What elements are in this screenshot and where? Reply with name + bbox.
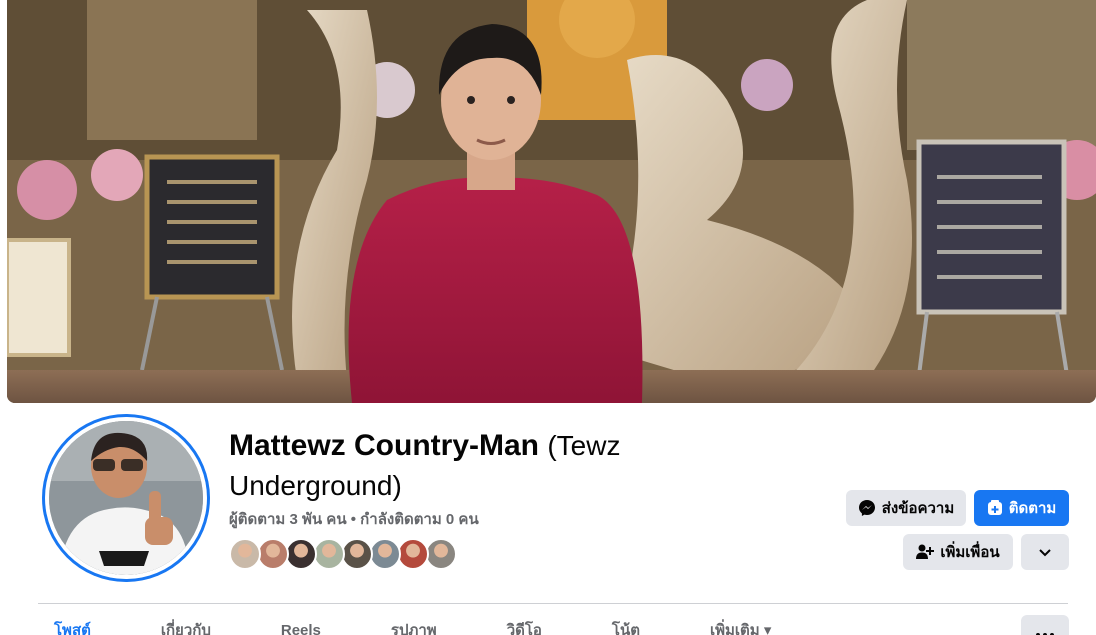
- avatar-image: [49, 421, 203, 575]
- tab-photos[interactable]: รูปภาพ: [375, 620, 453, 635]
- tab-reels[interactable]: Reels: [265, 620, 337, 635]
- add-friend-button-label: เพิ่มเพื่อน: [940, 544, 1000, 561]
- cover-photo-image: [7, 0, 1096, 403]
- mutual-friend-avatar[interactable]: [229, 538, 261, 570]
- add-friend-button[interactable]: เพิ่มเพื่อน: [903, 534, 1013, 570]
- mutual-friend-avatar[interactable]: [341, 538, 373, 570]
- tab-about[interactable]: เกี่ยวกับ: [145, 620, 227, 635]
- profile-name: Mattewz Country-Man: [229, 429, 539, 462]
- mutual-friend-avatar[interactable]: [369, 538, 401, 570]
- header-divider: [38, 603, 1068, 604]
- messenger-icon: [858, 499, 876, 517]
- profile-options-dropdown[interactable]: [1021, 534, 1069, 570]
- tab-posts[interactable]: โพสต์: [38, 620, 107, 635]
- profile-page: Mattewz Country-Man (Tewz Underground) ผ…: [0, 0, 1096, 635]
- profile-name-block: Mattewz Country-Man (Tewz Underground): [229, 426, 669, 506]
- avatar-photo: [49, 421, 203, 575]
- mutual-friend-avatar[interactable]: [257, 538, 289, 570]
- tab-more-chevron-icon: ▾: [763, 622, 772, 635]
- mutual-friends-row: [229, 538, 457, 570]
- add-friend-icon: [916, 544, 935, 560]
- mutual-friend-avatar[interactable]: [313, 538, 345, 570]
- followers-summary[interactable]: ผู้ติดตาม 3 พัน คน • กำลังติดตาม 0 คน: [229, 507, 479, 531]
- profile-avatar[interactable]: [42, 414, 210, 582]
- message-button[interactable]: ส่งข้อความ: [846, 490, 966, 526]
- mutual-friend-avatar[interactable]: [285, 538, 317, 570]
- follow-icon: [987, 500, 1003, 516]
- tabs-more-options-button[interactable]: [1021, 615, 1069, 635]
- tab-more[interactable]: เพิ่มเติม ▾: [694, 620, 787, 635]
- avatar-border: [45, 417, 207, 579]
- tab-videos[interactable]: วิดีโอ: [491, 620, 558, 635]
- profile-name-line: Mattewz Country-Man (Tewz Underground): [229, 426, 669, 506]
- mutual-friend-avatar[interactable]: [425, 538, 457, 570]
- tab-notes[interactable]: โน้ต: [596, 620, 656, 635]
- chevron-down-icon: [1039, 544, 1051, 561]
- mutual-friend-avatar[interactable]: [397, 538, 429, 570]
- ellipsis-icon: [1036, 624, 1054, 635]
- tab-more-label: เพิ่มเติม: [709, 622, 760, 635]
- message-button-label: ส่งข้อความ: [881, 500, 955, 517]
- cover-photo[interactable]: [7, 0, 1096, 403]
- follow-button[interactable]: ติดตาม: [974, 490, 1069, 526]
- follow-button-label: ติดตาม: [1008, 500, 1057, 517]
- profile-tabs: โพสต์ เกี่ยวกับ Reels รูปภาพ วิดีโอ โน้ต…: [38, 620, 825, 635]
